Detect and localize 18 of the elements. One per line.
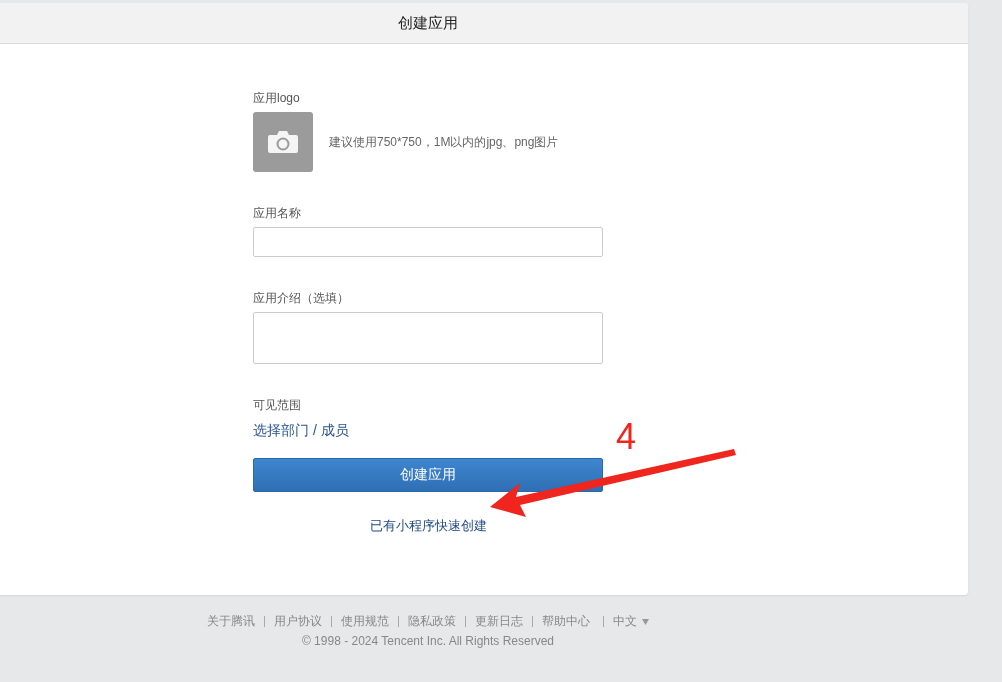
annotation-number: 4 xyxy=(616,417,637,457)
footer-link[interactable]: 用户协议 xyxy=(264,616,331,627)
field-label: 应用名称 xyxy=(253,205,302,221)
field-label: 应用介绍（选填） xyxy=(253,290,350,306)
create-button[interactable]: 创建应用 xyxy=(253,458,603,492)
footer-link[interactable]: 使用规范 xyxy=(331,616,398,627)
footer-link[interactable]: 更新日志 xyxy=(465,616,532,627)
copyright: © 1998 - 2024 Tencent Inc. All Rights Reserved xyxy=(301,634,555,648)
footer-link[interactable]: 关于腾讯 xyxy=(198,616,264,627)
field-label: 应用logo xyxy=(253,90,301,106)
footer-link[interactable]: 帮助中心 xyxy=(532,616,599,627)
field-label: 可见范围 xyxy=(253,397,302,413)
upload-hint: 建议使用750*750，1M以内的jpg、png图片 xyxy=(329,133,559,151)
language-dropdown[interactable]: 中文 xyxy=(603,616,658,627)
quick-create-link[interactable]: 已有小程序快速创建 xyxy=(369,517,487,535)
select-members-link[interactable]: 选择部门 / 成员 xyxy=(253,422,349,440)
footer-link[interactable]: 隐私政策 xyxy=(398,616,465,627)
dialog-title: 创建应用 xyxy=(398,13,458,33)
